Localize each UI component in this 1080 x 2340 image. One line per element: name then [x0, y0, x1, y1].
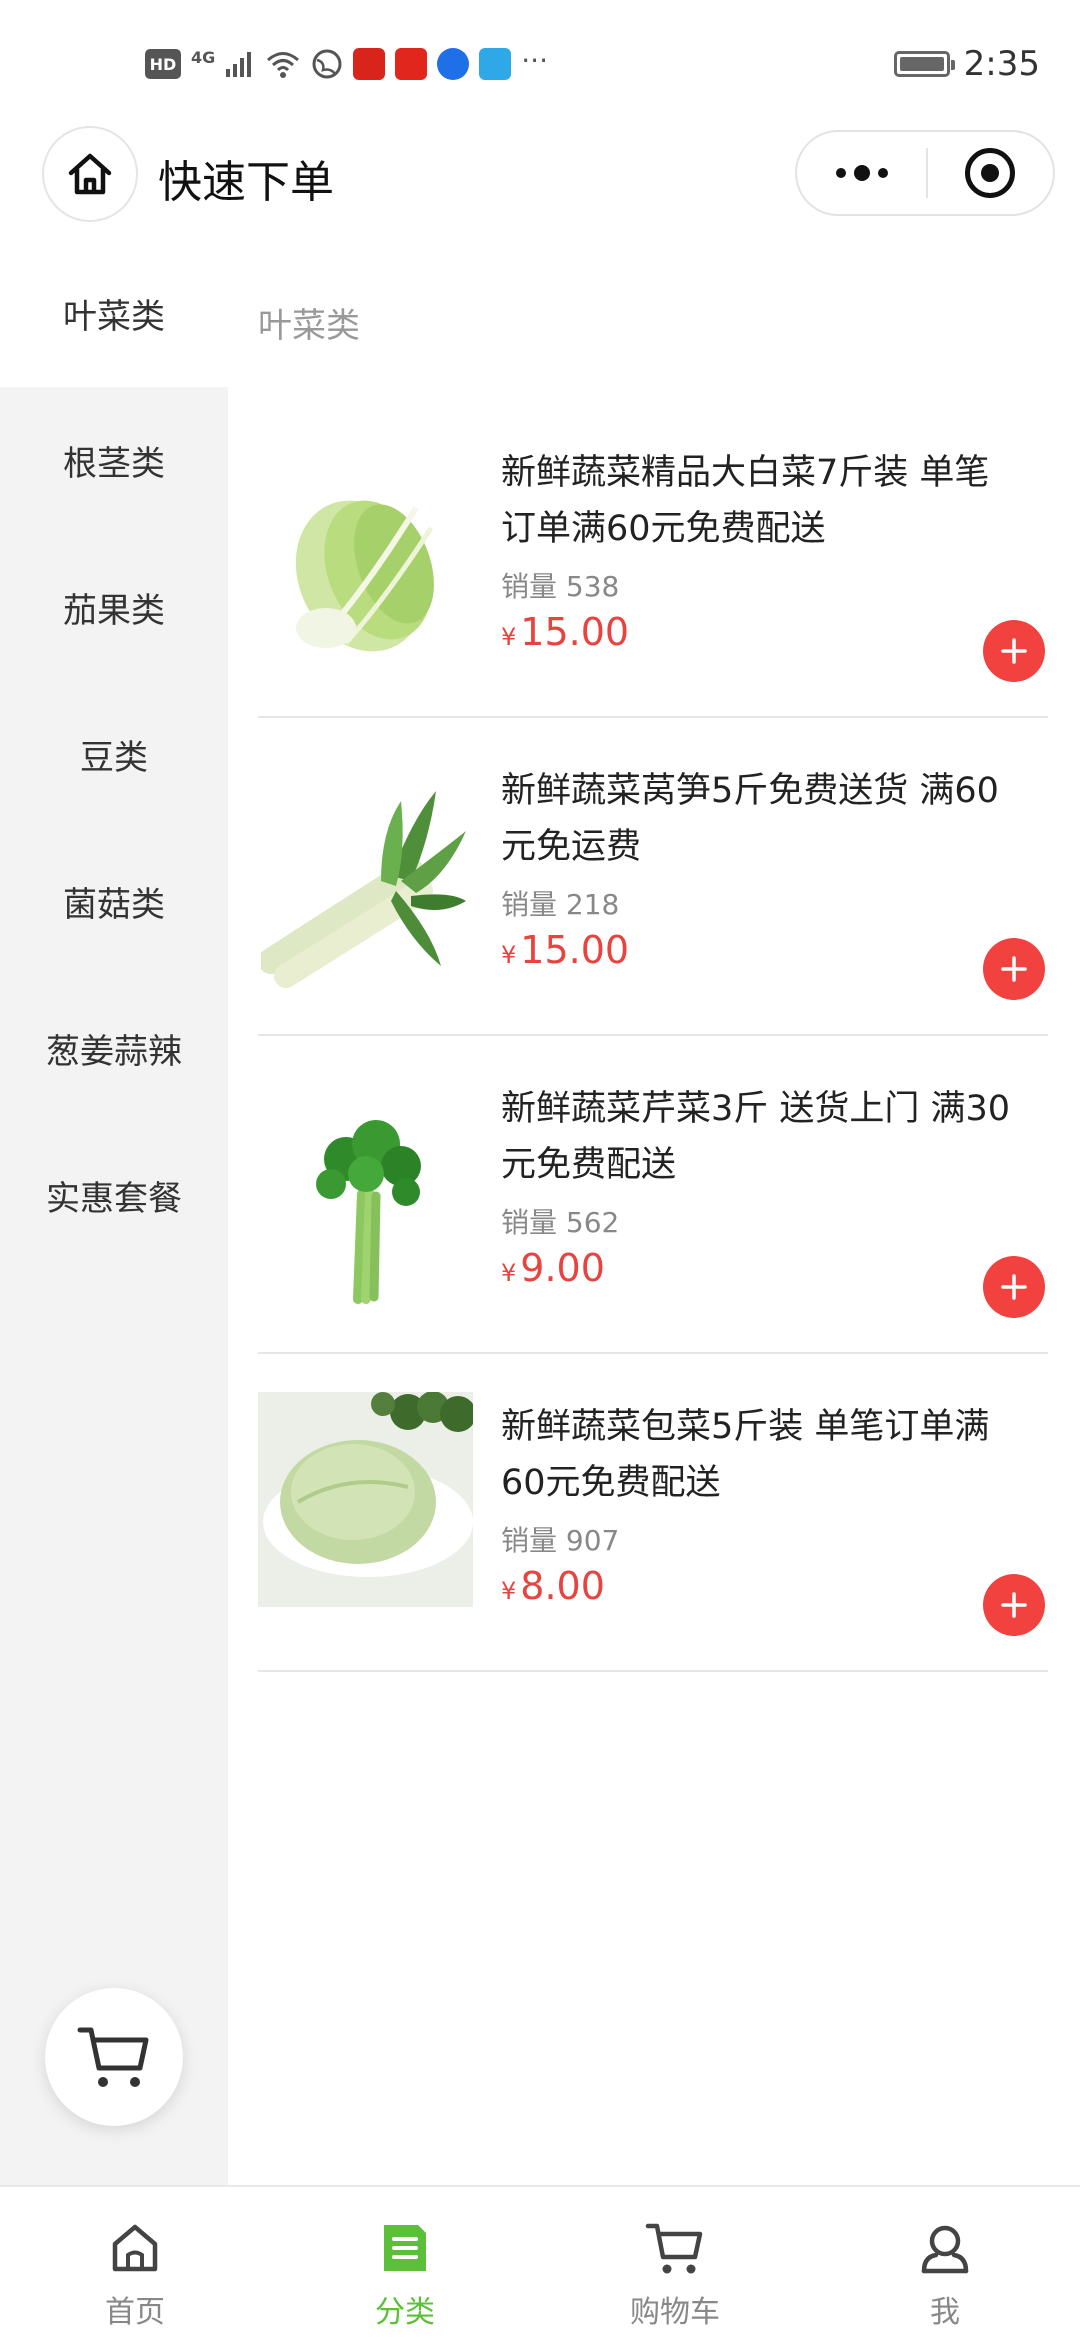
product-sales: 销量 907: [501, 1524, 620, 1557]
product-name: 新鲜蔬菜芹菜3斤 送货上门 满30元免费配送: [501, 1089, 1011, 1185]
news-app-icon: [395, 48, 428, 80]
product-image-celery[interactable]: [258, 1096, 473, 1311]
product-item[interactable]: 新鲜蔬菜芹菜3斤 送货上门 满30元免费配送 销量 562 ¥9.00: [258, 1036, 1048, 1354]
globe-icon: [312, 49, 342, 79]
product-name: 新鲜蔬菜莴笋5斤免费送货 满60元免运费: [501, 771, 999, 867]
capsule-menu: [795, 130, 1055, 216]
more-notifications-icon: ···: [521, 43, 548, 77]
network-type-icon: 4G: [191, 47, 216, 67]
tab-label: 首页: [105, 2295, 165, 2330]
category-label: 豆类: [80, 738, 148, 778]
product-item[interactable]: 新鲜蔬菜精品大白菜7斤装 单笔订单满60元免费配送 销量 538 ¥15.00: [258, 400, 1048, 718]
cabbage-image: [258, 1392, 473, 1607]
cart-icon: [77, 2027, 149, 2087]
category-sidebar: 叶菜类 根茎类 茄果类 豆类 菌菇类 葱姜蒜辣 实惠套餐: [0, 240, 228, 2185]
product-name: 新鲜蔬菜精品大白菜7斤装 单笔订单满60元免费配送: [501, 453, 990, 549]
app-notification-icon: [353, 48, 386, 80]
product-image-cabbage[interactable]: [258, 1392, 473, 1607]
tab-cart[interactable]: 购物车: [540, 2187, 810, 2340]
home-icon: [112, 2224, 158, 2272]
product-name: 新鲜蔬菜包菜5斤装 单笔订单满60元免费配送: [501, 1407, 990, 1503]
napa-cabbage-image: [295, 500, 434, 651]
category-label: 叶菜类: [63, 297, 165, 337]
category-item-beans[interactable]: 豆类: [0, 681, 228, 828]
currency-symbol: ¥: [501, 1577, 517, 1605]
product-sales: 销量 562: [501, 1206, 620, 1239]
currency-symbol: ¥: [501, 623, 517, 651]
product-item[interactable]: 新鲜蔬菜莴笋5斤免费送货 满60元免运费 销量 218 ¥15.00: [258, 718, 1048, 1036]
category-label: 茄果类: [63, 591, 165, 631]
section-title: 叶菜类: [258, 306, 360, 346]
tab-label: 我: [930, 2295, 960, 2330]
tab-home[interactable]: 首页: [0, 2187, 270, 2340]
bottom-tab-bar: 首页 分类 购物车 我: [0, 2185, 1080, 2340]
status-bar: HD 4G ··· 2:35: [0, 0, 1080, 130]
price-value: 8.00: [520, 1564, 605, 1608]
category-icon: [384, 2225, 426, 2271]
product-sales: 销量 218: [501, 888, 620, 921]
status-right: 2:35: [893, 44, 1040, 84]
price-value: 9.00: [520, 1246, 605, 1290]
wifi-icon: [267, 52, 300, 78]
hd-icon: HD: [145, 49, 181, 79]
add-to-cart-button[interactable]: [983, 938, 1045, 1000]
plus-icon: [1001, 1274, 1027, 1300]
tab-category[interactable]: 分类: [270, 2187, 540, 2340]
price-value: 15.00: [520, 610, 630, 654]
category-item-root[interactable]: 根茎类: [0, 387, 228, 534]
add-to-cart-button[interactable]: [983, 1574, 1045, 1636]
plus-icon: [1001, 956, 1027, 982]
plus-icon: [1001, 1592, 1027, 1618]
currency-symbol: ¥: [501, 941, 517, 969]
product-image-napa-cabbage[interactable]: [258, 460, 473, 675]
tab-label: 购物车: [630, 2295, 720, 2330]
category-item-mushroom[interactable]: 菌菇类: [0, 828, 228, 975]
home-icon: [68, 153, 112, 195]
page-title: 快速下单: [158, 157, 334, 208]
target-icon: [965, 148, 1016, 198]
cloud-app-icon: [479, 48, 512, 80]
status-icons: HD 4G ···: [145, 44, 548, 80]
category-label: 根茎类: [63, 444, 165, 484]
clock: 2:35: [963, 44, 1040, 84]
category-item-combo[interactable]: 实惠套餐: [0, 1122, 228, 1269]
category-item-leafy[interactable]: 叶菜类: [0, 240, 228, 387]
add-to-cart-button[interactable]: [983, 1256, 1045, 1318]
close-button[interactable]: [928, 132, 1053, 214]
lettuce-stem-image: [260, 790, 466, 988]
category-label: 葱姜蒜辣: [46, 1032, 182, 1072]
product-sales: 销量 538: [501, 570, 620, 603]
floating-cart-button[interactable]: [45, 1988, 183, 2126]
battery-icon: [893, 51, 955, 77]
more-button[interactable]: [797, 132, 926, 214]
cart-icon: [645, 2223, 703, 2274]
signal-icon: [226, 52, 252, 77]
tab-label: 分类: [375, 2295, 435, 2330]
category-item-seasoning[interactable]: 葱姜蒜辣: [0, 975, 228, 1122]
price-value: 15.00: [520, 928, 630, 972]
product-price: ¥15.00: [501, 928, 629, 972]
celery-image: [315, 1119, 421, 1304]
category-label: 实惠套餐: [46, 1179, 182, 1219]
plus-icon: [1001, 638, 1027, 664]
home-button[interactable]: [42, 126, 138, 222]
browser-app-icon: [437, 48, 470, 80]
currency-symbol: ¥: [501, 1259, 517, 1287]
product-price: ¥15.00: [501, 610, 629, 654]
profile-icon: [921, 2225, 969, 2274]
mini-program-header: 快速下单: [0, 120, 1080, 230]
product-price: ¥9.00: [501, 1246, 605, 1290]
tab-profile[interactable]: 我: [810, 2187, 1080, 2340]
product-image-lettuce-stem[interactable]: [258, 778, 473, 993]
category-item-fruit-veg[interactable]: 茄果类: [0, 534, 228, 681]
product-item[interactable]: 新鲜蔬菜包菜5斤装 单笔订单满60元免费配送 销量 907 ¥8.00: [258, 1354, 1048, 1672]
category-label: 菌菇类: [63, 885, 165, 925]
add-to-cart-button[interactable]: [983, 620, 1045, 682]
product-price: ¥8.00: [501, 1564, 605, 1608]
